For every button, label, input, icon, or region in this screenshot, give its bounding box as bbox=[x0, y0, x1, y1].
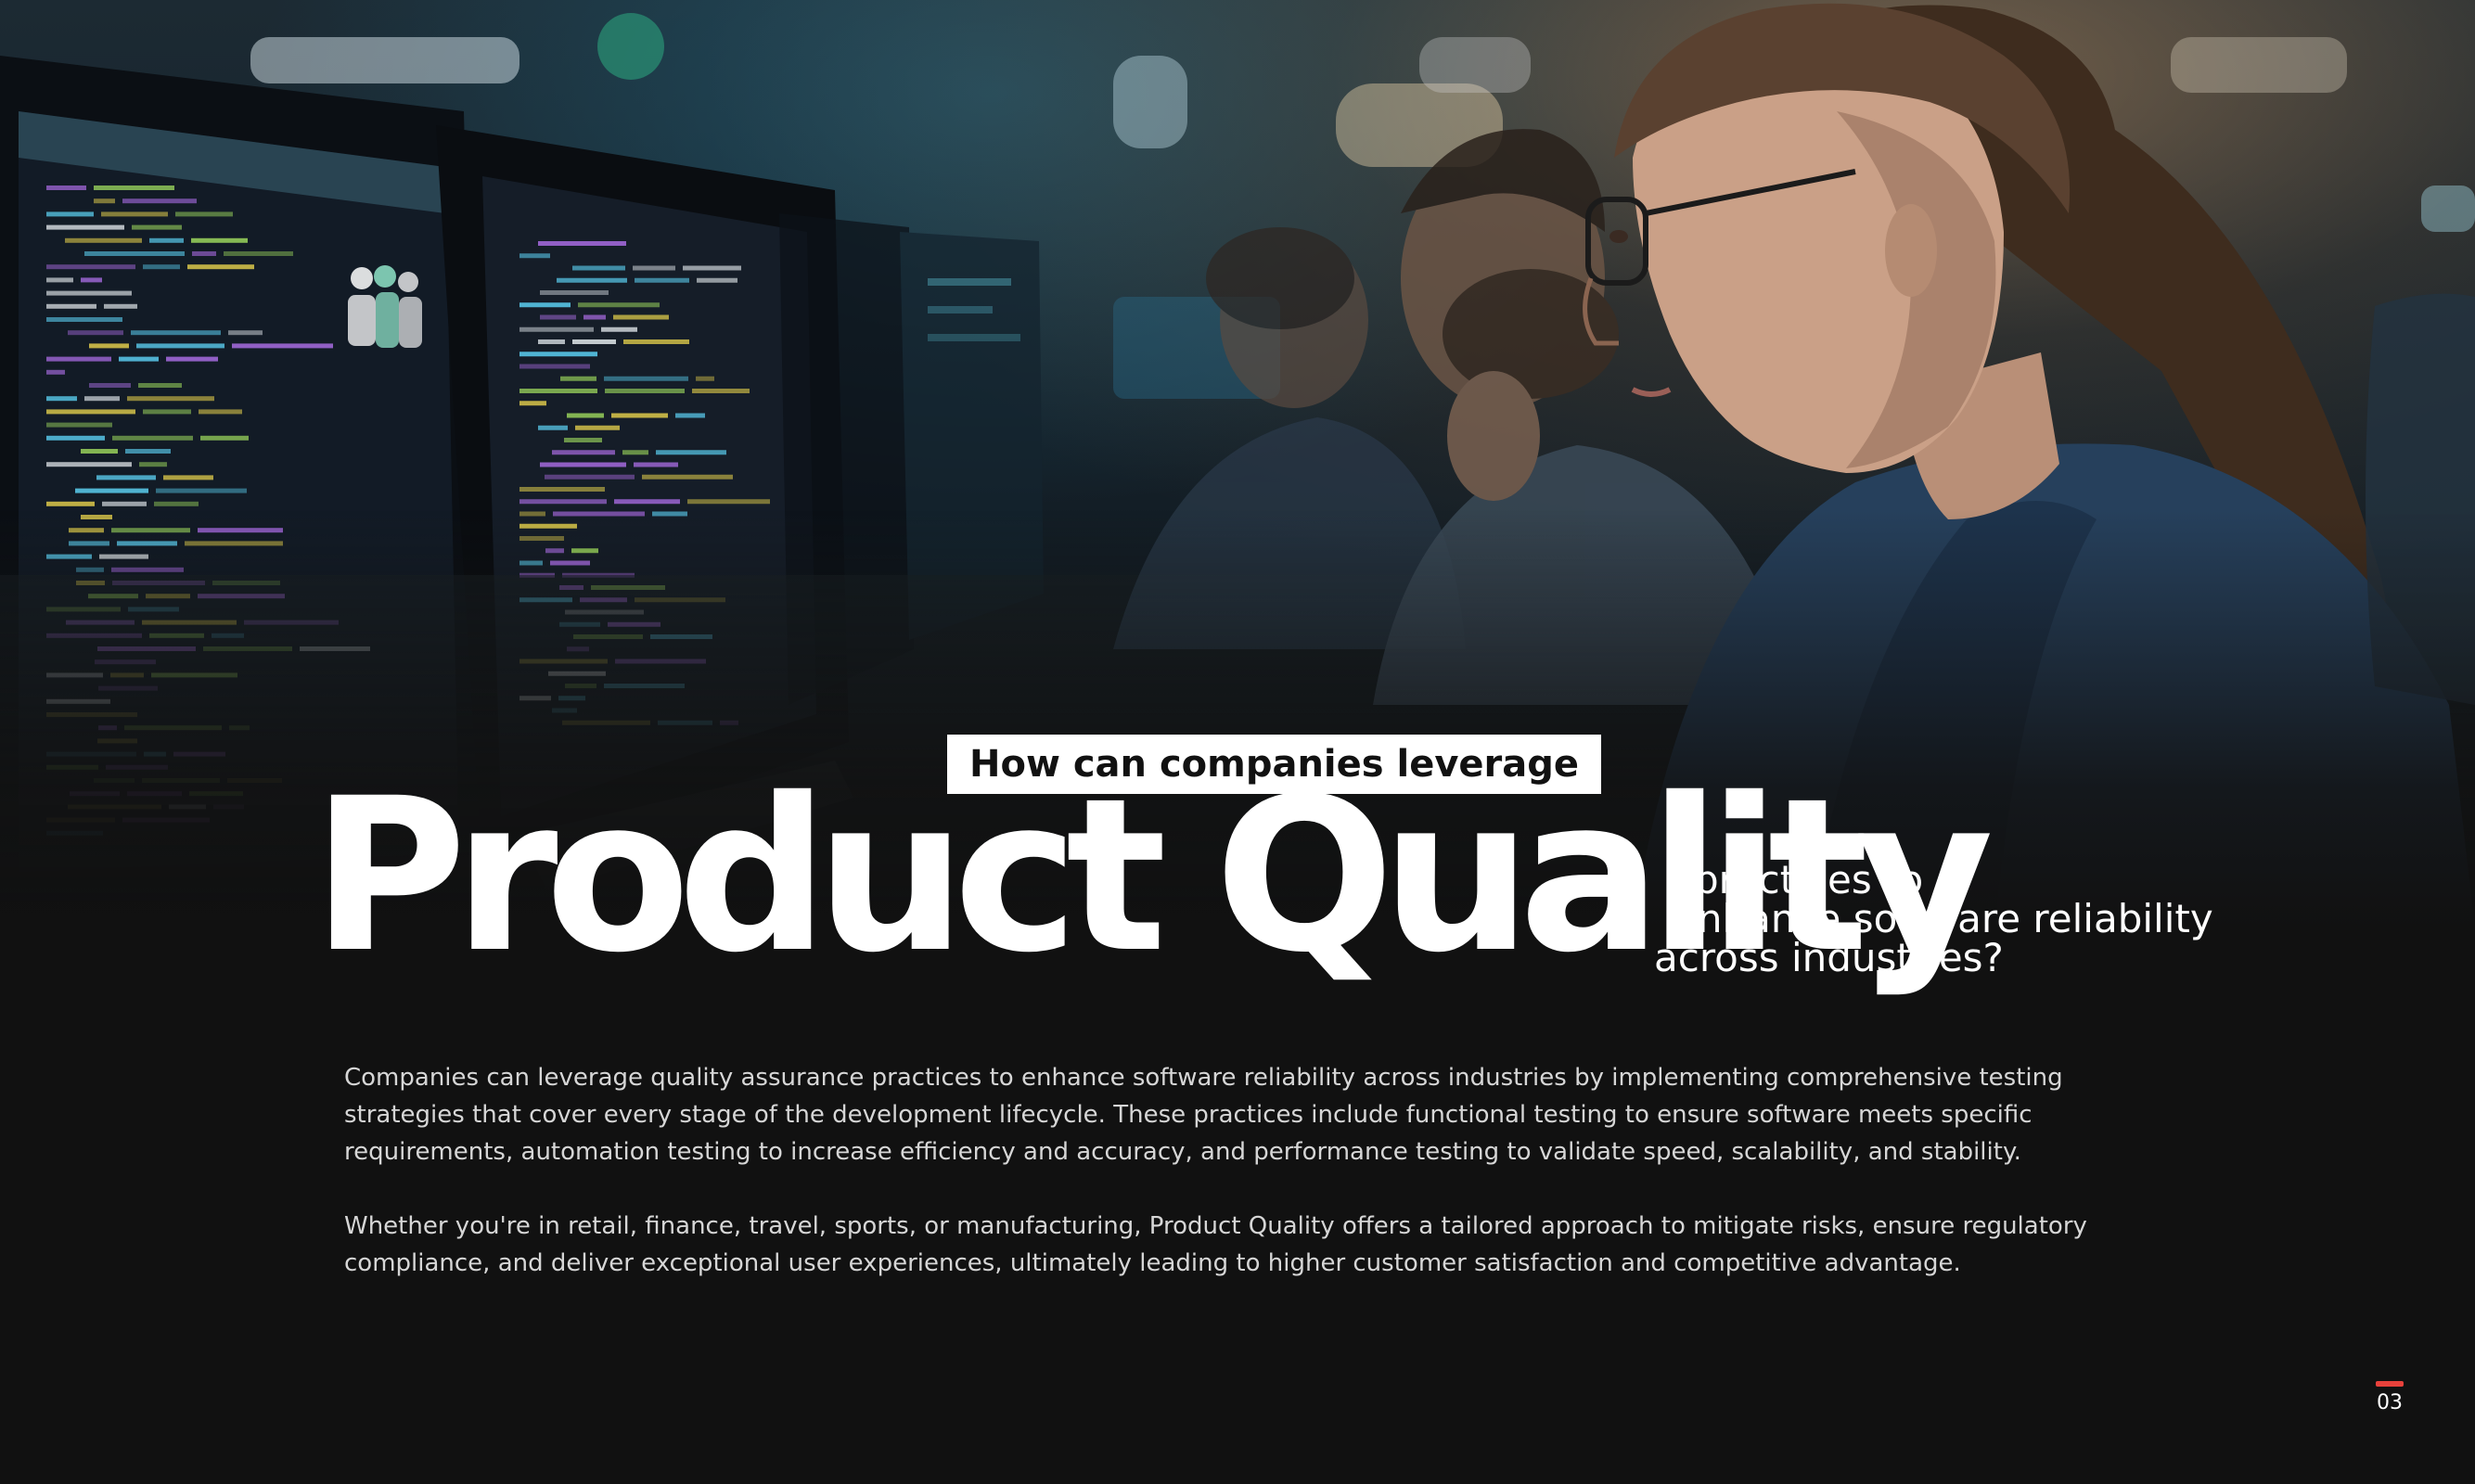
page-number: 03 bbox=[2377, 1391, 2403, 1414]
body-copy: Companies can leverage quality assurance… bbox=[344, 1059, 2125, 1319]
subline-line-2: enhance software reliability bbox=[1674, 896, 2213, 941]
page-marker-bar bbox=[2376, 1381, 2404, 1387]
paragraph-2: Whether you're in retail, finance, trave… bbox=[344, 1212, 2087, 1277]
subline-line-3: across industries? bbox=[1654, 935, 2004, 980]
subline-line-1: practices to bbox=[1694, 857, 1924, 902]
slide: How can companies leverage Product Quali… bbox=[0, 0, 2475, 1484]
paragraph-1: Companies can leverage quality assurance… bbox=[344, 1064, 2063, 1166]
